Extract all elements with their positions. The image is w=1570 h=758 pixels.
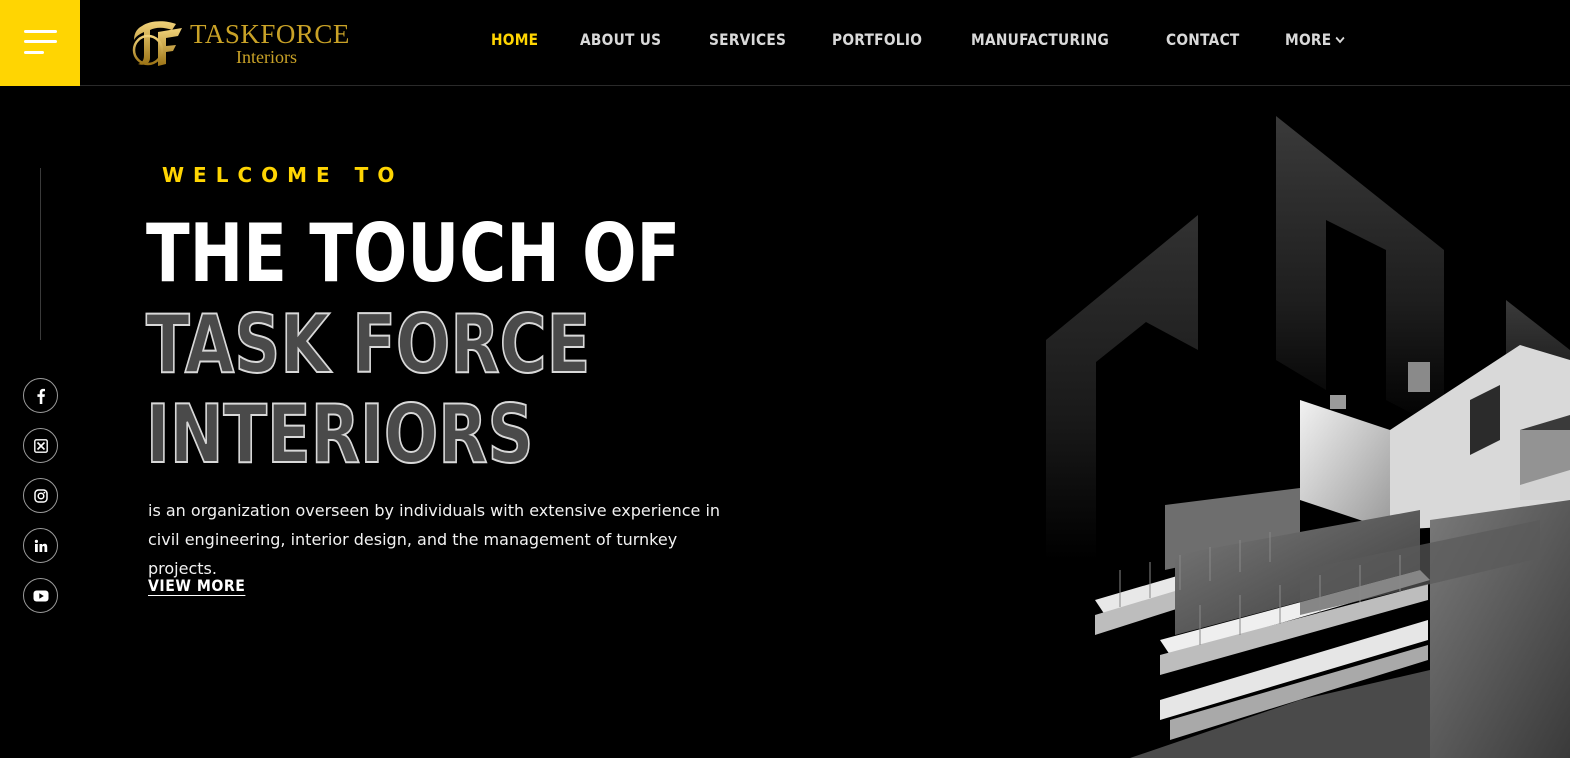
logo-sub-text: Interiors xyxy=(236,47,297,67)
logo-mark-icon xyxy=(132,21,182,66)
youtube-link[interactable] xyxy=(23,578,58,613)
view-more-link[interactable]: VIEW MORE xyxy=(148,576,245,595)
nav-item-more-label: MORE xyxy=(1285,30,1332,49)
facebook-link[interactable] xyxy=(23,378,58,413)
hero-title-line1: THE TOUCH OF xyxy=(146,207,681,300)
menu-toggle-button[interactable] xyxy=(0,0,80,86)
site-header: TASKFORCE Interiors HOME ABOUT US SERVIC… xyxy=(0,0,1570,86)
logo-brand-text: TASKFORCE xyxy=(190,19,350,49)
hamburger-icon xyxy=(24,30,57,33)
hero-description: is an organization overseen by individua… xyxy=(148,501,721,578)
nav-item-manufacturing[interactable]: MANUFACTURING xyxy=(971,30,1109,49)
rail-divider xyxy=(40,168,41,340)
nav-item-portfolio[interactable]: PORTFOLIO xyxy=(832,30,922,49)
site-logo[interactable]: TASKFORCE Interiors xyxy=(128,18,358,70)
youtube-icon xyxy=(33,590,48,601)
hero-title-line2: TASK FORCE xyxy=(145,297,591,392)
nav-item-contact[interactable]: CONTACT xyxy=(1166,30,1240,49)
nav-item-services[interactable]: SERVICES xyxy=(709,30,786,49)
x-icon xyxy=(33,438,48,453)
facebook-icon xyxy=(36,388,45,404)
hamburger-icon-line xyxy=(24,51,44,54)
hamburger-icon-line xyxy=(24,40,57,43)
hero-eyebrow: WELCOME TO xyxy=(162,163,404,187)
linkedin-link[interactable] xyxy=(23,528,58,563)
hero-title-line3: INTERIORS xyxy=(145,387,534,482)
main-nav: HOME ABOUT US SERVICES PORTFOLIO MANUFAC… xyxy=(491,30,1389,49)
linkedin-icon xyxy=(34,539,47,552)
nav-item-about-us[interactable]: ABOUT US xyxy=(580,30,661,49)
hero-building-image xyxy=(1046,116,1570,758)
x-link[interactable] xyxy=(23,428,58,463)
nav-item-home[interactable]: HOME xyxy=(491,30,538,49)
nav-item-more[interactable]: MORE xyxy=(1285,30,1345,49)
instagram-icon xyxy=(33,488,48,503)
chevron-down-icon xyxy=(1335,36,1345,43)
instagram-link[interactable] xyxy=(23,478,58,513)
